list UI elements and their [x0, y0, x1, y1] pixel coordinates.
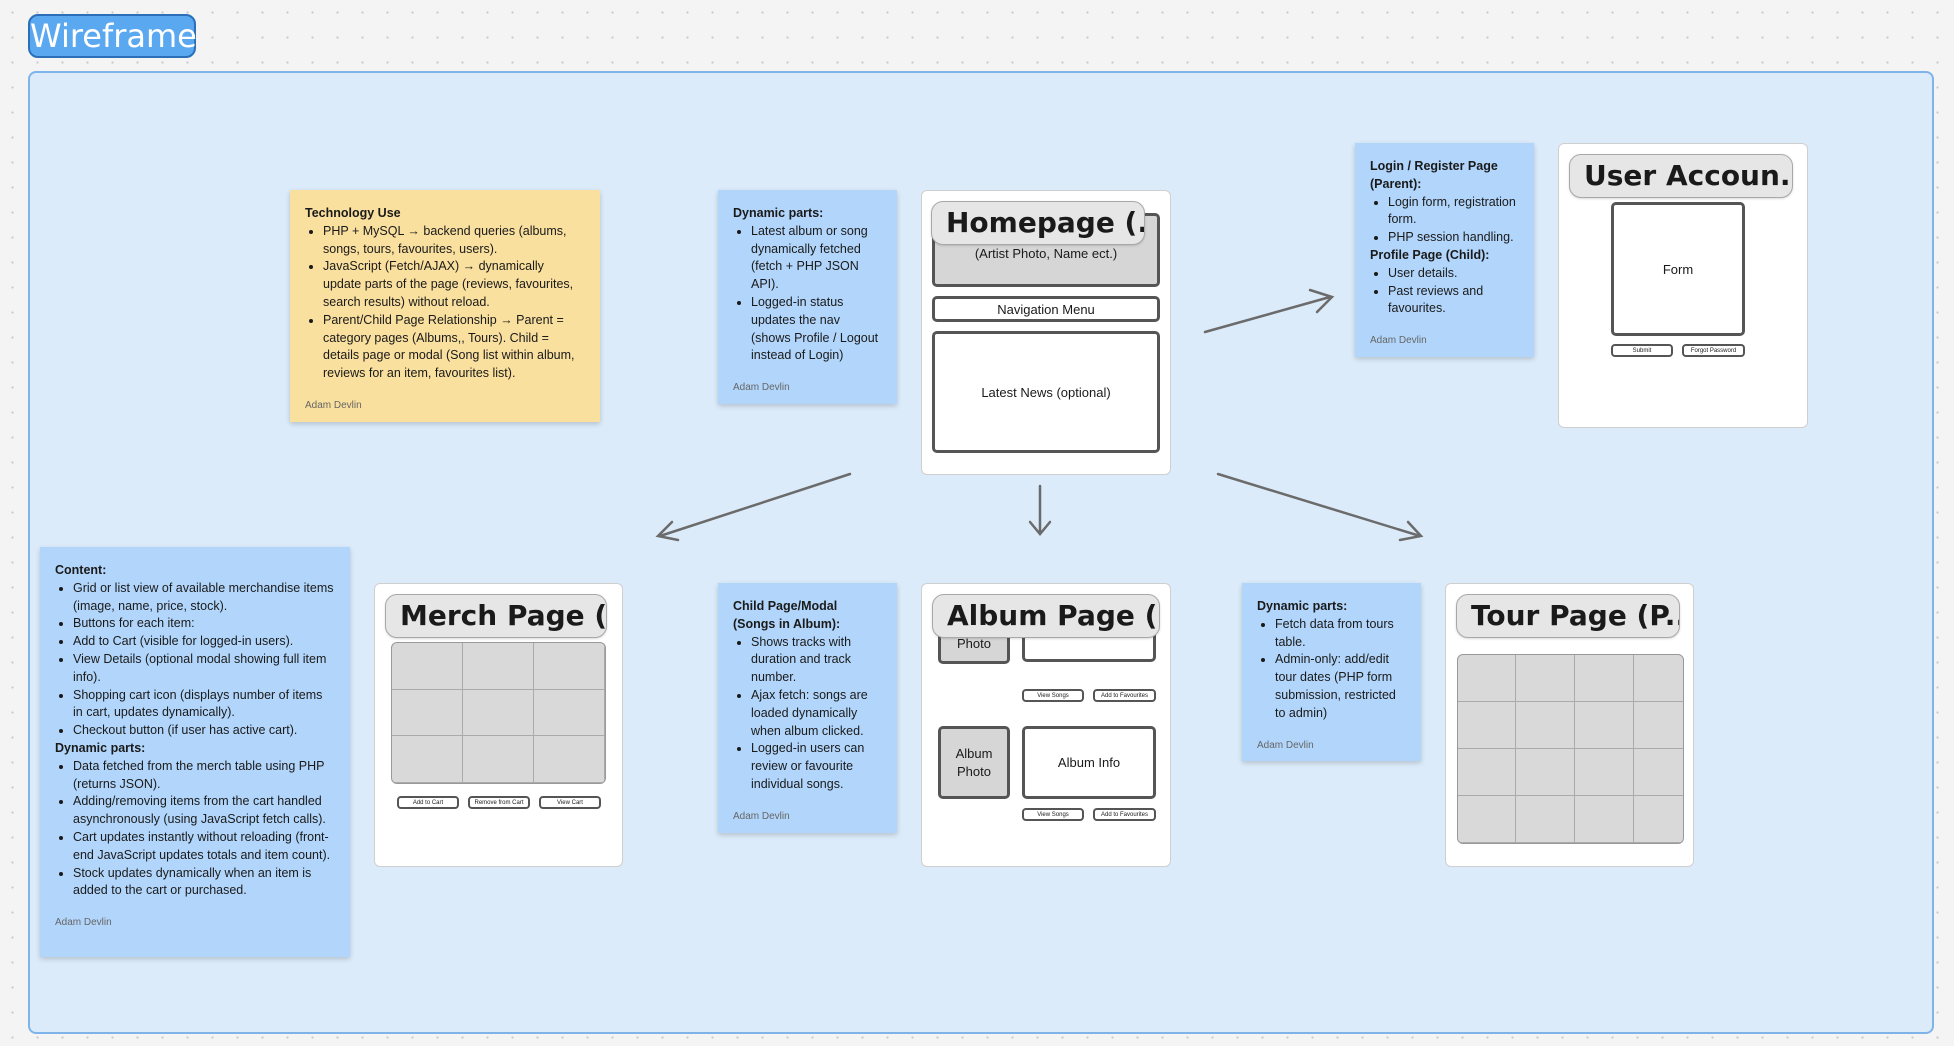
note-item: PHP + MySQL → backend queries (albums, s… [323, 223, 585, 259]
merch-grid [391, 642, 606, 784]
note-item: Grid or list view of available merchandi… [73, 580, 335, 616]
note-item: Admin-only: add/edit tour dates (PHP for… [1275, 651, 1406, 722]
arrow-to-account [1203, 295, 1332, 334]
note-item: Logged-in status updates the nav (shows … [751, 294, 882, 365]
note-item: JavaScript (Fetch/AJAX) → dynamically up… [323, 258, 585, 311]
homepage-frame[interactable]: (Artist Photo, Name ect.) Homepage (... … [921, 190, 1171, 475]
user-account-frame[interactable]: User Accoun... Form Submit Forgot Passwo… [1558, 143, 1808, 428]
latest-news-box: Latest News (optional) [932, 331, 1160, 453]
frame-title[interactable]: Homepage (... [931, 201, 1145, 245]
note-author: Adam Devlin [55, 917, 112, 929]
arrow-to-merch [658, 472, 852, 538]
frame-title[interactable]: Merch Page (... [385, 594, 607, 638]
note-title: Dynamic parts: [1257, 599, 1348, 613]
note-item: View Details (optional modal showing ful… [73, 651, 335, 687]
arrow-to-tour [1216, 472, 1422, 538]
frame-title[interactable]: User Accoun... [1569, 154, 1793, 198]
navigation-menu-box: Navigation Menu [932, 296, 1160, 322]
merch-note[interactable]: Content: Grid or list view of available … [40, 547, 350, 957]
remove-from-cart-button: Remove from Cart [468, 796, 530, 809]
tour-frame[interactable]: Tour Page (P... [1445, 583, 1694, 867]
forgot-password-button: Forgot Password [1682, 344, 1745, 357]
note-item: Logged-in users can review or favourite … [751, 740, 882, 793]
view-cart-button: View Cart [539, 796, 601, 809]
note-item: Login form, registration form. [1388, 194, 1519, 230]
tour-grid [1457, 654, 1684, 844]
add-to-favourites-button: Add to Favourites [1093, 689, 1156, 702]
add-to-favourites-button: Add to Favourites [1093, 808, 1156, 821]
note-author: Adam Devlin [305, 399, 362, 411]
note-title: Content: [55, 563, 107, 577]
note-item: Adding/removing items from the cart hand… [73, 793, 335, 829]
note-item: User details. [1388, 265, 1519, 283]
frame-title[interactable]: Album Page (... [932, 594, 1160, 638]
note-item: Shows tracks with duration and track num… [751, 634, 882, 687]
tour-note[interactable]: Dynamic parts: Fetch data from tours tab… [1242, 583, 1421, 761]
note-item: Latest album or song dynamically fetched… [751, 223, 882, 294]
note-author: Adam Devlin [733, 382, 790, 394]
login-note[interactable]: Login / Register Page (Parent): Login fo… [1355, 143, 1534, 357]
note-item: Fetch data from tours table. [1275, 616, 1406, 652]
note-author: Adam Devlin [1370, 335, 1427, 347]
note-title: Dynamic parts: [55, 740, 146, 755]
merch-frame[interactable]: Merch Page (... Add to Cart Remove from … [374, 583, 623, 867]
note-item: Shopping cart icon (displays number of i… [73, 687, 335, 723]
note-item: Checkout button (if user has active cart… [73, 722, 335, 740]
submit-button: Submit [1611, 344, 1673, 357]
note-item: Buttons for each item: [73, 615, 335, 633]
note-title: Technology Use [305, 206, 401, 220]
note-item: Cart updates instantly without reloading… [73, 829, 335, 865]
note-title: Login / Register Page (Parent): [1370, 159, 1498, 191]
view-songs-button: View Songs [1022, 689, 1084, 702]
note-item: Past reviews and favourites. [1388, 283, 1519, 319]
album-frame[interactable]: Photo Album Info Album Page (... View So… [921, 583, 1171, 867]
form-box: Form [1611, 202, 1745, 336]
homepage-dynamic-note[interactable]: Dynamic parts: Latest album or song dyna… [718, 190, 897, 404]
note-author: Adam Devlin [1257, 739, 1314, 751]
view-songs-button: View Songs [1022, 808, 1084, 821]
note-title: Child Page/Modal (Songs in Album): [733, 599, 841, 631]
frame-title[interactable]: Tour Page (P... [1456, 594, 1680, 638]
add-to-cart-button: Add to Cart [397, 796, 459, 809]
album-photo-box: Album Photo [938, 726, 1010, 799]
note-title: Dynamic parts: [733, 206, 824, 220]
note-author: Adam Devlin [733, 810, 790, 822]
note-item: Add to Cart (visible for logged-in users… [73, 633, 335, 651]
note-item: Ajax fetch: songs are loaded dynamically… [751, 687, 882, 740]
album-info-box: Album Info [1022, 726, 1156, 799]
technology-note[interactable]: Technology Use PHP + MySQL → backend que… [290, 190, 600, 422]
note-title: Profile Page (Child): [1370, 247, 1490, 262]
hero-label: (Artist Photo, Name ect.) [974, 246, 1118, 261]
album-note[interactable]: Child Page/Modal (Songs in Album): Shows… [718, 583, 897, 833]
note-item: Parent/Child Page Relationship → Parent … [323, 312, 585, 383]
note-item: Stock updates dynamically when an item i… [73, 865, 335, 901]
note-item: PHP session handling. [1388, 229, 1519, 247]
note-item: Data fetched from the merch table using … [73, 758, 335, 794]
